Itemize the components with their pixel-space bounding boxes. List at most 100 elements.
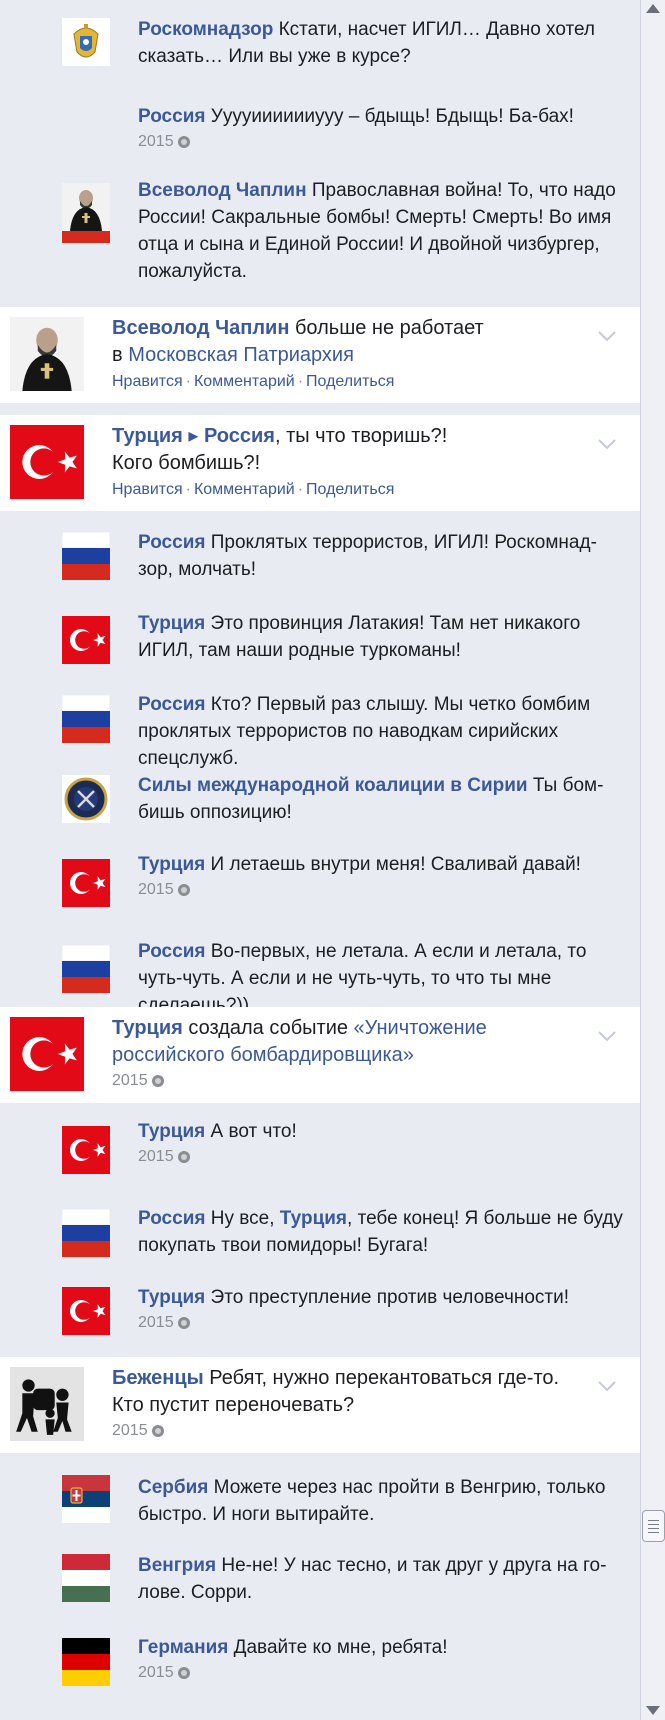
share-link[interactable]: Поделиться: [306, 481, 394, 498]
year-text[interactable]: 2015: [138, 880, 174, 900]
year-text[interactable]: 2015: [112, 1421, 148, 1441]
avatar[interactable]: [62, 775, 110, 823]
post-actions: Нравится · Комментарий · Поделиться: [112, 371, 592, 393]
avatar[interactable]: [62, 532, 110, 580]
author-name[interactable]: Россия: [138, 694, 205, 715]
avatar[interactable]: [62, 695, 110, 743]
year-text[interactable]: 2015: [138, 132, 174, 152]
feed-comment: Россия Кто? Первый раз слышу. Мы четко б…: [0, 679, 640, 769]
target-name[interactable]: Россия: [204, 425, 275, 447]
comment-body: Турция Это провинция Латакия! Там нет ни…: [138, 610, 623, 664]
message-text: Можете через нас пройти в Венгрию, тольк…: [138, 1477, 606, 1525]
scroll-up-arrow-icon[interactable]: [646, 4, 660, 13]
like-link[interactable]: Нравится: [112, 373, 183, 390]
feed-post: Турция ▸ Россия, ты что творишь?! Кого бо…: [0, 415, 640, 511]
feed-post: Турция создала событие «Уничтожение росс…: [0, 1007, 640, 1103]
action-separator: ·: [297, 481, 304, 498]
year-text[interactable]: 2015: [112, 1071, 148, 1091]
author-name[interactable]: Всеволод Чаплин: [112, 317, 289, 339]
timestamp: 2015: [138, 1663, 623, 1683]
author-name[interactable]: Турция: [112, 425, 183, 447]
avatar[interactable]: [62, 616, 110, 664]
avatar[interactable]: [62, 1554, 110, 1602]
author-name[interactable]: Германия: [138, 1637, 228, 1658]
avatar[interactable]: [62, 859, 110, 907]
author-name[interactable]: Россия: [138, 532, 205, 553]
author-name[interactable]: Роскомнадзор: [138, 19, 273, 40]
avatar[interactable]: [10, 425, 84, 499]
comment-body: Россия Проклятых террористов, ИГИЛ! Роск…: [138, 529, 623, 583]
feed-comment: Россия Ууууииииииууу – бдыщь! Бдыщь! Ба-…: [0, 95, 640, 243]
mention-link[interactable]: Турция: [280, 1208, 347, 1229]
feed-comment: Турция Это провинция Латакия! Там нет ни…: [0, 598, 640, 673]
page-link[interactable]: Московская Патриархия: [128, 344, 354, 366]
scroll-thumb[interactable]: [642, 1510, 665, 1542]
post-body: Турция создала событие «Уничтожение росс…: [112, 1015, 592, 1091]
comment-link[interactable]: Комментарий: [194, 373, 295, 390]
globe-icon: [151, 1075, 164, 1087]
chevron-down-icon[interactable]: [598, 437, 616, 450]
avatar[interactable]: [62, 18, 110, 66]
author-name[interactable]: Турция: [112, 1017, 183, 1039]
avatar[interactable]: [62, 183, 110, 231]
feed-post: Беженцы Ребят, нужно перекантоваться где…: [0, 1357, 640, 1453]
scroll-down-arrow-icon[interactable]: [646, 1706, 660, 1715]
author-name[interactable]: Сербия: [138, 1477, 208, 1498]
avatar[interactable]: [62, 1287, 110, 1335]
timestamp: 2015: [138, 132, 623, 152]
like-link[interactable]: Нравится: [112, 481, 183, 498]
feed-comment: Россия Ну все, Турция, тебе конец! Я бол…: [0, 1195, 640, 1273]
chevron-down-icon[interactable]: [598, 1379, 616, 1392]
message-text: Во-первых, не летала. А если и летала, т…: [138, 941, 587, 1016]
author-name[interactable]: Силы международной коалиции в Сирии: [138, 775, 528, 796]
action-separator: ·: [185, 373, 191, 390]
timestamp: 2015: [112, 1421, 592, 1441]
author-name[interactable]: Россия: [138, 106, 205, 127]
feed-comment: Всеволод Чаплин Православная война! То, …: [0, 165, 640, 307]
message-text: Кто? Первый раз слышу. Мы четко бомбим п…: [138, 694, 591, 769]
avatar[interactable]: [10, 1367, 84, 1441]
message-text: Ну все,: [205, 1208, 280, 1229]
comment-body: Всеволод Чаплин Православная война! То, …: [138, 177, 623, 285]
vertical-scrollbar[interactable]: [640, 0, 665, 1720]
year-text[interactable]: 2015: [138, 1663, 174, 1683]
author-name[interactable]: Венгрия: [138, 1555, 216, 1576]
avatar[interactable]: [62, 1126, 110, 1174]
feed-comment: Венгрия Не-не! У нас тесно, и так друг у…: [0, 1543, 640, 1623]
globe-icon: [177, 1317, 190, 1329]
author-name[interactable]: Россия: [138, 1208, 205, 1229]
author-name[interactable]: Всеволод Чаплин: [138, 180, 307, 201]
message-text: А вот что!: [205, 1121, 297, 1142]
comment-body: Турция А вот что! 2015: [138, 1118, 623, 1167]
author-name[interactable]: Турция: [138, 613, 205, 634]
feed-comment: Турция Это преступление против человечно…: [0, 1273, 640, 1358]
comment-body: Россия Кто? Первый раз слышу. Мы четко б…: [138, 691, 623, 772]
author-name[interactable]: Турция: [138, 1287, 205, 1308]
globe-icon: [177, 136, 190, 148]
post-body: Всеволод Чаплин больше не работает в Моск…: [112, 315, 592, 393]
author-name[interactable]: Россия: [138, 941, 205, 962]
author-name[interactable]: Турция: [138, 854, 205, 875]
share-link[interactable]: Поделиться: [306, 373, 394, 390]
avatar[interactable]: [62, 1638, 110, 1686]
comment-body: Сербия Можете через нас пройти в Венгрию…: [138, 1474, 623, 1528]
comment-body: Россия Ну все, Турция, тебе конец! Я бол…: [138, 1205, 623, 1259]
avatar[interactable]: [10, 317, 84, 391]
avatar[interactable]: [10, 1017, 84, 1091]
chevron-down-icon[interactable]: [598, 329, 616, 342]
year-text[interactable]: 2015: [138, 1147, 174, 1167]
year-text[interactable]: 2015: [138, 1313, 174, 1333]
comment-link[interactable]: Комментарий: [194, 481, 295, 498]
author-name[interactable]: Турция: [138, 1121, 205, 1142]
feed-comment: Россия Во-первых, не летала. А если и ле…: [0, 927, 640, 1016]
message-text: Это провинция Латакия! Там нет никакого …: [138, 613, 581, 661]
comment-body: Венгрия Не-не! У нас тесно, и так друг у…: [138, 1552, 623, 1606]
action-separator: ·: [185, 481, 191, 498]
message-text: создала событие: [182, 1017, 354, 1039]
author-name[interactable]: Беженцы: [112, 1367, 204, 1389]
chevron-down-icon[interactable]: [598, 1029, 616, 1042]
feed-comment: Россия Проклятых террористов, ИГИЛ! Роск…: [0, 518, 640, 590]
avatar[interactable]: [62, 1209, 110, 1257]
avatar[interactable]: [62, 1475, 110, 1523]
avatar[interactable]: [62, 945, 110, 993]
